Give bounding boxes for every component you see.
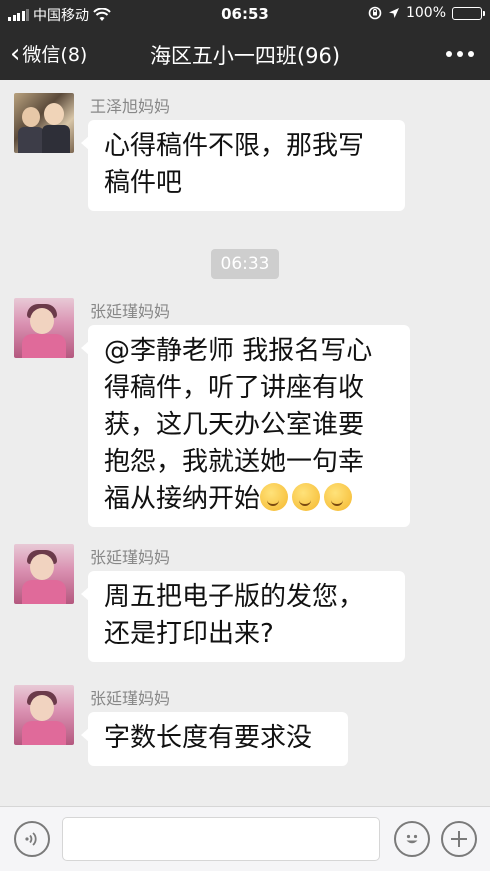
- message-line: 稿件吧: [104, 168, 183, 198]
- emoji-icon: [406, 834, 418, 844]
- sender-name: 张延瑾妈妈: [90, 302, 171, 321]
- more-dot: [457, 51, 463, 57]
- more-dot: [468, 51, 474, 57]
- message-bubble[interactable]: 心得稿件不限，那我写 稿件吧: [81, 120, 405, 211]
- avatar[interactable]: [14, 93, 74, 153]
- message-line-last: 福从接纳开始: [104, 481, 394, 518]
- message-line: 周五把电子版的发您，: [104, 582, 365, 612]
- more-button[interactable]: [446, 51, 474, 57]
- battery-percent: 100%: [405, 5, 446, 21]
- status-bar: 中国移动 06:53 100%: [0, 0, 490, 28]
- thinking-emoji-icon: [292, 483, 321, 511]
- message-input[interactable]: [62, 817, 380, 861]
- message-text: 福从接纳开始: [104, 484, 261, 514]
- message-bubble[interactable]: 周五把电子版的发您， 还是打印出来?: [81, 571, 405, 662]
- chat-title: 海区五小一四班(96): [149, 44, 341, 68]
- message-line: 还是打印出来?: [104, 619, 274, 649]
- message-line: 字数长度有要求没: [104, 723, 313, 753]
- message-bubble[interactable]: @李静老师 我报名写心 得稿件，听了讲座有收 获，这几天办公室谁要 抱怨，我就送…: [81, 325, 410, 527]
- avatar[interactable]: [14, 544, 74, 604]
- sender-name: 张延瑾妈妈: [90, 689, 171, 708]
- plus-icon: [451, 831, 467, 847]
- message-line: 心得稿件不限，那我写: [104, 131, 365, 161]
- message-line: 获，这几天办公室谁要: [104, 410, 365, 440]
- sender-name: 张延瑾妈妈: [90, 548, 171, 567]
- orientation-lock-icon: [368, 6, 382, 20]
- battery-icon: [452, 6, 485, 20]
- thinking-emoji-icon: [260, 483, 289, 511]
- avatar[interactable]: [14, 298, 74, 358]
- emoji-button[interactable]: [394, 821, 430, 857]
- message-bubble[interactable]: 字数长度有要求没: [81, 712, 348, 766]
- more-dot: [446, 51, 452, 57]
- plus-button[interactable]: [441, 821, 477, 857]
- thinking-emoji-icon: [324, 483, 353, 511]
- timestamp-badge: 06:33: [211, 249, 279, 279]
- message-line: @李静老师 我报名写心: [104, 336, 373, 366]
- chat-area[interactable]: 王泽旭妈妈 心得稿件不限，那我写 稿件吧 06:33 张延瑾妈妈 @李静老师 我…: [0, 80, 490, 806]
- location-icon: [388, 8, 399, 18]
- voice-icon: [25, 832, 37, 846]
- avatar[interactable]: [14, 685, 74, 745]
- nav-bar: ‹ 微信(8) 海区五小一四班(96): [0, 28, 490, 80]
- message-line: 抱怨，我就送她一句幸: [104, 447, 365, 477]
- sender-name: 王泽旭妈妈: [90, 97, 171, 116]
- status-right: 100%: [368, 5, 485, 21]
- voice-button[interactable]: [14, 821, 50, 857]
- input-bar: [0, 806, 490, 871]
- message-line: 得稿件，听了讲座有收: [104, 373, 365, 403]
